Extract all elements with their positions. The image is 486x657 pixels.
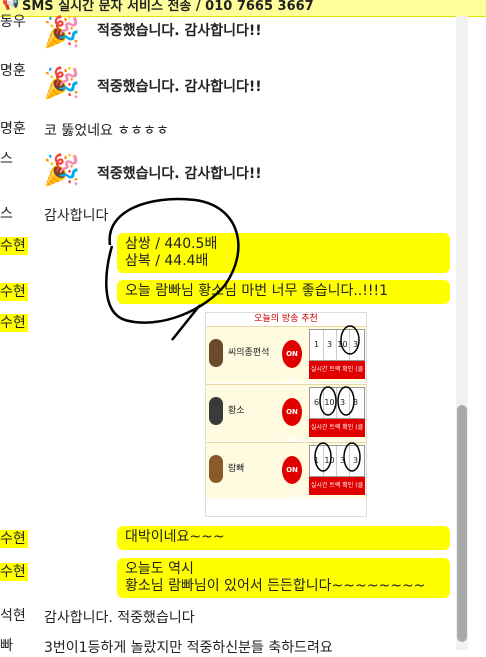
party-popper-icon: 🎉 [43, 153, 81, 188]
message-text: 적중했습니다. 감사합니다!! [97, 23, 262, 39]
message-bubble: 대박이네요~~~ [117, 526, 450, 550]
on-air-button[interactable]: ON AIR [282, 340, 302, 386]
message-text: 감사합니다 [44, 208, 109, 224]
message-text: 감사합니다. 적중했습니다 [44, 610, 195, 626]
broadcaster-name: 람빠 [228, 464, 245, 474]
sender-name: 수현 [0, 237, 28, 255]
sender-name: 명훈 [0, 63, 26, 79]
sender-name: 명훈 [0, 121, 26, 137]
on-air-button[interactable]: ON AIR [282, 398, 302, 444]
message-line: 오늘도 역시 [125, 561, 194, 577]
on-air-button[interactable]: ON AIR [282, 456, 302, 502]
sender-name: 석현 [0, 608, 26, 624]
pick-cell: 3 [336, 388, 350, 418]
message-text: 적중했습니다. 감사합니다!! [97, 79, 262, 95]
pick-cell: 10 [323, 446, 337, 476]
pick-grid: 1 3 10 3 [309, 329, 365, 361]
message-text: 대박이네요~~~ [125, 529, 225, 545]
pick-cell: 3 [352, 340, 359, 349]
pick-grid: 6 10 3 3 [309, 387, 365, 419]
avatar [209, 455, 223, 483]
message-line: 황소님 람빠님이 있어서 든든합니다~~~~~~~~ [125, 578, 426, 594]
track-link[interactable]: 실시간 트랙 확인 (클릭) [309, 477, 365, 507]
track-link[interactable]: 실시간 트랙 확인 (클릭) [309, 361, 365, 391]
sender-name: 동우 [0, 14, 26, 30]
broadcaster-name: 황소 [228, 406, 245, 416]
message-text: 오늘 람빠님 황소님 마번 너무 좋습니다..!!!1 [125, 283, 388, 299]
race-broadcast-image[interactable]: 오늘의 방송 추천 씨의종편석 ON AIR 1 3 10 3 실시간 트랙 확… [205, 312, 367, 517]
sender-name: 수현 [0, 530, 28, 548]
party-popper-icon: 🎉 [43, 15, 81, 50]
pick-cell: 10 [323, 388, 337, 418]
message-text: 코 뚫었네요 ㅎㅎㅎㅎ [44, 123, 169, 139]
message-line: 삼복 / 44.4배 [125, 253, 209, 269]
scrollbar-thumb[interactable] [457, 405, 467, 642]
sender-name: 수현 [0, 283, 28, 301]
broadcaster-row[interactable]: 람빠 ON AIR 1 10 3 3 실시간 트랙 확인 (클릭) [206, 442, 366, 507]
track-link[interactable]: 실시간 트랙 확인 (클릭) [309, 419, 365, 449]
pick-cell: 3 [323, 330, 337, 360]
sender-name: 스 [0, 206, 13, 222]
message-text: 3번이1등하게 놀랐지만 적중하신분들 축하드려요 [44, 640, 333, 656]
broadcaster-row[interactable]: 황소 ON AIR 6 10 3 3 실시간 트랙 확인 (클릭) [206, 384, 366, 449]
pick-cell: 1 [310, 446, 324, 476]
sender-name: 빠 [0, 638, 13, 654]
pick-cell: 1 [310, 330, 324, 360]
message-line: 삼쌍 / 440.5배 [125, 236, 218, 252]
message-bubble: 오늘 람빠님 황소님 마번 너무 좋습니다..!!!1 [117, 280, 450, 304]
message-text: 적중했습니다. 감사합니다!! [97, 166, 262, 182]
pick-cell: 3 [336, 446, 350, 476]
sender-name: 수현 [0, 563, 28, 581]
party-popper-icon: 🎉 [43, 66, 81, 101]
sender-name: 스 [0, 151, 13, 167]
banner-text: SMS 실시간 문자 서비스 전송 / 010 7665 3667 [22, 0, 314, 14]
broadcaster-row[interactable]: 씨의종편석 ON AIR 1 3 10 3 실시간 트랙 확인 (클릭) [206, 326, 366, 391]
megaphone-icon: 📢 [2, 0, 20, 11]
avatar [209, 397, 223, 425]
card-header: 오늘의 방송 추천 [254, 314, 318, 324]
pick-cell: 10 [336, 330, 350, 360]
avatar [209, 339, 223, 367]
broadcaster-name: 씨의종편석 [228, 348, 270, 358]
message-bubble: 오늘도 역시 황소님 람빠님이 있어서 든든합니다~~~~~~~~ [117, 558, 450, 598]
message-bubble: 삼쌍 / 440.5배 삼복 / 44.4배 [117, 233, 450, 273]
pick-grid: 1 10 3 3 [309, 445, 365, 477]
pick-cell: 3 [352, 398, 359, 407]
pick-cell: 3 [352, 456, 359, 465]
sender-name: 수현 [0, 314, 28, 332]
pick-cell: 6 [310, 388, 324, 418]
